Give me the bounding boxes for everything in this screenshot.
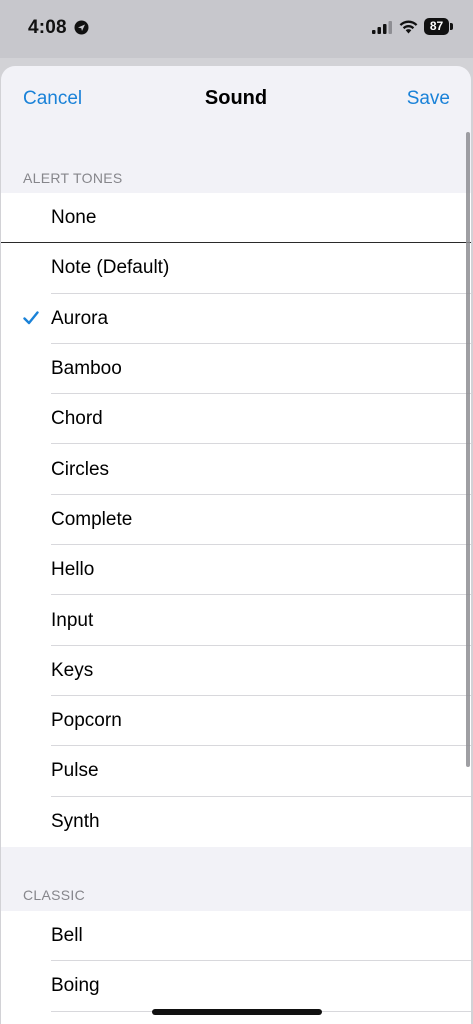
- list-item-label: None: [51, 207, 97, 229]
- list-item-keys[interactable]: Keys: [1, 646, 471, 696]
- list-item-bamboo[interactable]: Bamboo: [1, 344, 471, 395]
- status-bar: 4:08 87: [0, 0, 473, 58]
- list-item-label: Aurora: [51, 307, 109, 329]
- list-item-label: Input: [51, 609, 94, 631]
- alert-tones-list: None Note (Default) Aurora Bamboo Chord …: [1, 193, 471, 847]
- list-item-none[interactable]: None: [1, 193, 471, 244]
- list-item-label: Bell: [51, 925, 83, 947]
- list-item-label: Boing: [51, 975, 100, 997]
- list-item-label: Chord: [51, 408, 103, 430]
- list-item-complete[interactable]: Complete: [1, 495, 471, 546]
- wifi-icon: [399, 20, 418, 34]
- list-item-synth[interactable]: Synth: [1, 797, 471, 847]
- list-item-boing[interactable]: Boing: [1, 961, 471, 1012]
- list-item-input[interactable]: Input: [1, 595, 471, 646]
- page-title: Sound: [204, 87, 268, 109]
- list-item-popcorn[interactable]: Popcorn: [1, 696, 471, 747]
- section-header-classic: CLASSIC: [23, 887, 86, 903]
- list-item-circles[interactable]: Circles: [1, 444, 471, 495]
- list-item-label: Hello: [51, 559, 95, 581]
- list-item-label: Circles: [51, 458, 110, 480]
- status-time: 4:08: [28, 17, 67, 38]
- list-item-pulse[interactable]: Pulse: [1, 746, 471, 797]
- list-item-label: Pulse: [51, 760, 99, 782]
- list-item-label: Bamboo: [51, 358, 122, 380]
- list-item-label: Note (Default): [51, 257, 170, 279]
- location-arrow-icon: [74, 20, 89, 35]
- sound-sheet: Cancel Sound Save ALERT TONES None Note …: [1, 66, 471, 1024]
- list-item-label: Popcorn: [51, 710, 122, 732]
- cellular-signal-icon: [372, 21, 392, 34]
- save-button[interactable]: Save: [407, 88, 450, 110]
- battery-icon: 87: [424, 18, 453, 35]
- list-item-note-default[interactable]: Note (Default): [1, 243, 471, 294]
- list-item-label: Synth: [51, 810, 100, 832]
- list-item-label: Complete: [51, 508, 133, 530]
- nav-bar: Cancel Sound Save: [1, 66, 471, 132]
- battery-level: 87: [429, 19, 444, 33]
- list-item-hello[interactable]: Hello: [1, 545, 471, 596]
- list-item-chord[interactable]: Chord: [1, 394, 471, 445]
- section-header-alert-tones: ALERT TONES: [23, 170, 123, 186]
- classic-list: Bell Boing: [1, 911, 471, 1024]
- scrollbar[interactable]: [466, 132, 470, 767]
- list-item-bell[interactable]: Bell: [1, 911, 471, 962]
- checkmark-icon: [23, 310, 39, 324]
- list-item-label: Keys: [51, 659, 94, 681]
- list-item-aurora[interactable]: Aurora: [1, 294, 471, 344]
- home-indicator[interactable]: [152, 1009, 322, 1015]
